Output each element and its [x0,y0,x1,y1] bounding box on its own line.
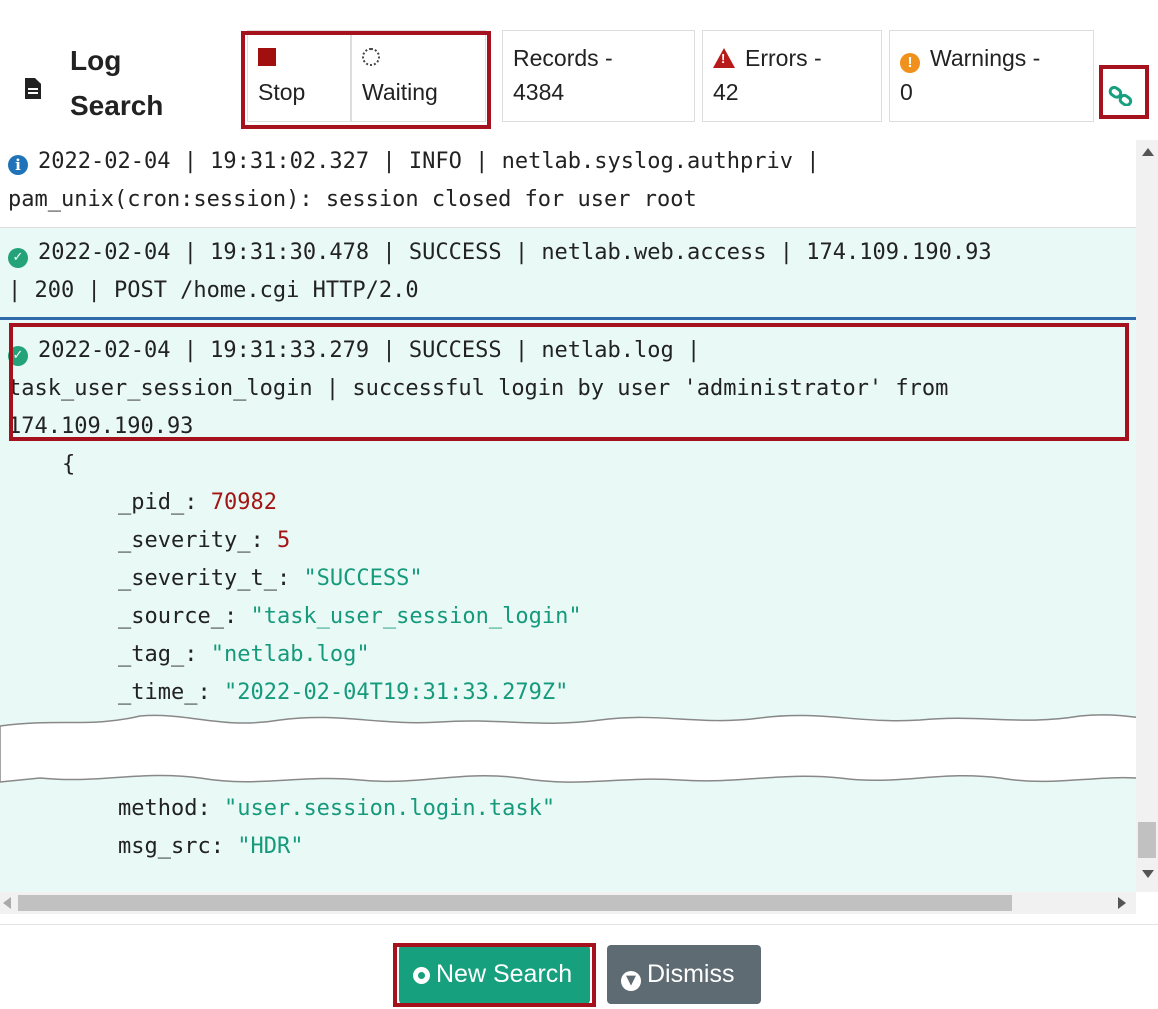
json-pid: _pid_: 70982 [118,490,277,515]
log-entry[interactable]: i 2022-02-04 | 19:31:02.327 | INFO | netl… [0,140,1136,228]
log-entry-json-continued: method: "user.session.login.task" msg_sr… [0,790,1136,892]
json-msg-src: msg_src: "HDR" [118,834,304,859]
errors-value: 42 [713,79,739,105]
vertical-scrollbar[interactable] [1136,140,1158,892]
vertical-scroll-thumb[interactable] [1138,822,1156,858]
warnings-label: Warnings - [930,45,1041,71]
log-entry[interactable]: ✓ 2022-02-04 | 19:31:30.478 | SUCCESS | n… [0,228,1136,320]
log-entry-line: | 200 | POST /home.cgi HTTP/2.0 [8,278,419,303]
errors-label: Errors - [745,45,822,71]
link-icon[interactable] [1108,86,1134,106]
records-count: Records - 4384 [502,30,695,122]
warnings-value: 0 [900,79,913,105]
scroll-left-arrow-icon[interactable] [3,897,11,909]
warning-triangle-icon [713,48,735,68]
stop-waiting-highlight [241,31,491,129]
dismiss-button[interactable]: ▼ Dismiss [607,945,761,1004]
scroll-up-arrow-icon[interactable] [1142,148,1154,156]
torn-edge-divider [0,714,1158,783]
footer-divider [0,924,1158,925]
scroll-right-arrow-icon[interactable] [1118,897,1126,909]
log-entry-line: pam_unix(cron:session): session closed f… [8,187,697,212]
log-search-header: Log Search Stop Waiting Records - 4384 E… [0,0,1158,140]
warnings-count[interactable]: ! Warnings - 0 [889,30,1094,122]
success-icon: ✓ [8,248,28,268]
scroll-down-arrow-icon[interactable] [1142,870,1154,878]
info-icon: i [8,155,28,175]
log-entry-json: { _pid_: 70982 _severity_: 5 _severity_t… [8,446,1128,712]
log-entry-line: 2022-02-04 | 19:31:30.478 | SUCCESS | ne… [38,240,992,265]
document-icon [25,78,41,99]
json-source: _source_: "task_user_session_login" [118,604,582,629]
json-severity: _severity_: 5 [118,528,291,553]
new-search-highlight [393,943,596,1007]
exclamation-circle-icon: ! [900,53,920,73]
arrow-down-circle-icon: ▼ [621,971,641,991]
errors-count[interactable]: Errors - 42 [702,30,882,122]
page-title: Log Search [70,45,164,121]
records-value: 4384 [513,79,565,105]
json-open-brace: { [62,452,76,477]
horizontal-scrollbar[interactable] [0,892,1136,914]
records-label: Records - [513,45,613,71]
selected-entry-highlight [9,323,1129,441]
json-severity-t: _severity_t_: "SUCCESS" [118,566,423,591]
horizontal-scroll-thumb[interactable] [18,895,1012,911]
log-entry-line: 2022-02-04 | 19:31:02.327 | INFO | netla… [38,149,820,174]
json-tag: _tag_: "netlab.log" [118,642,370,667]
json-time: _time_: "2022-02-04T19:31:33.279Z" [118,680,569,705]
